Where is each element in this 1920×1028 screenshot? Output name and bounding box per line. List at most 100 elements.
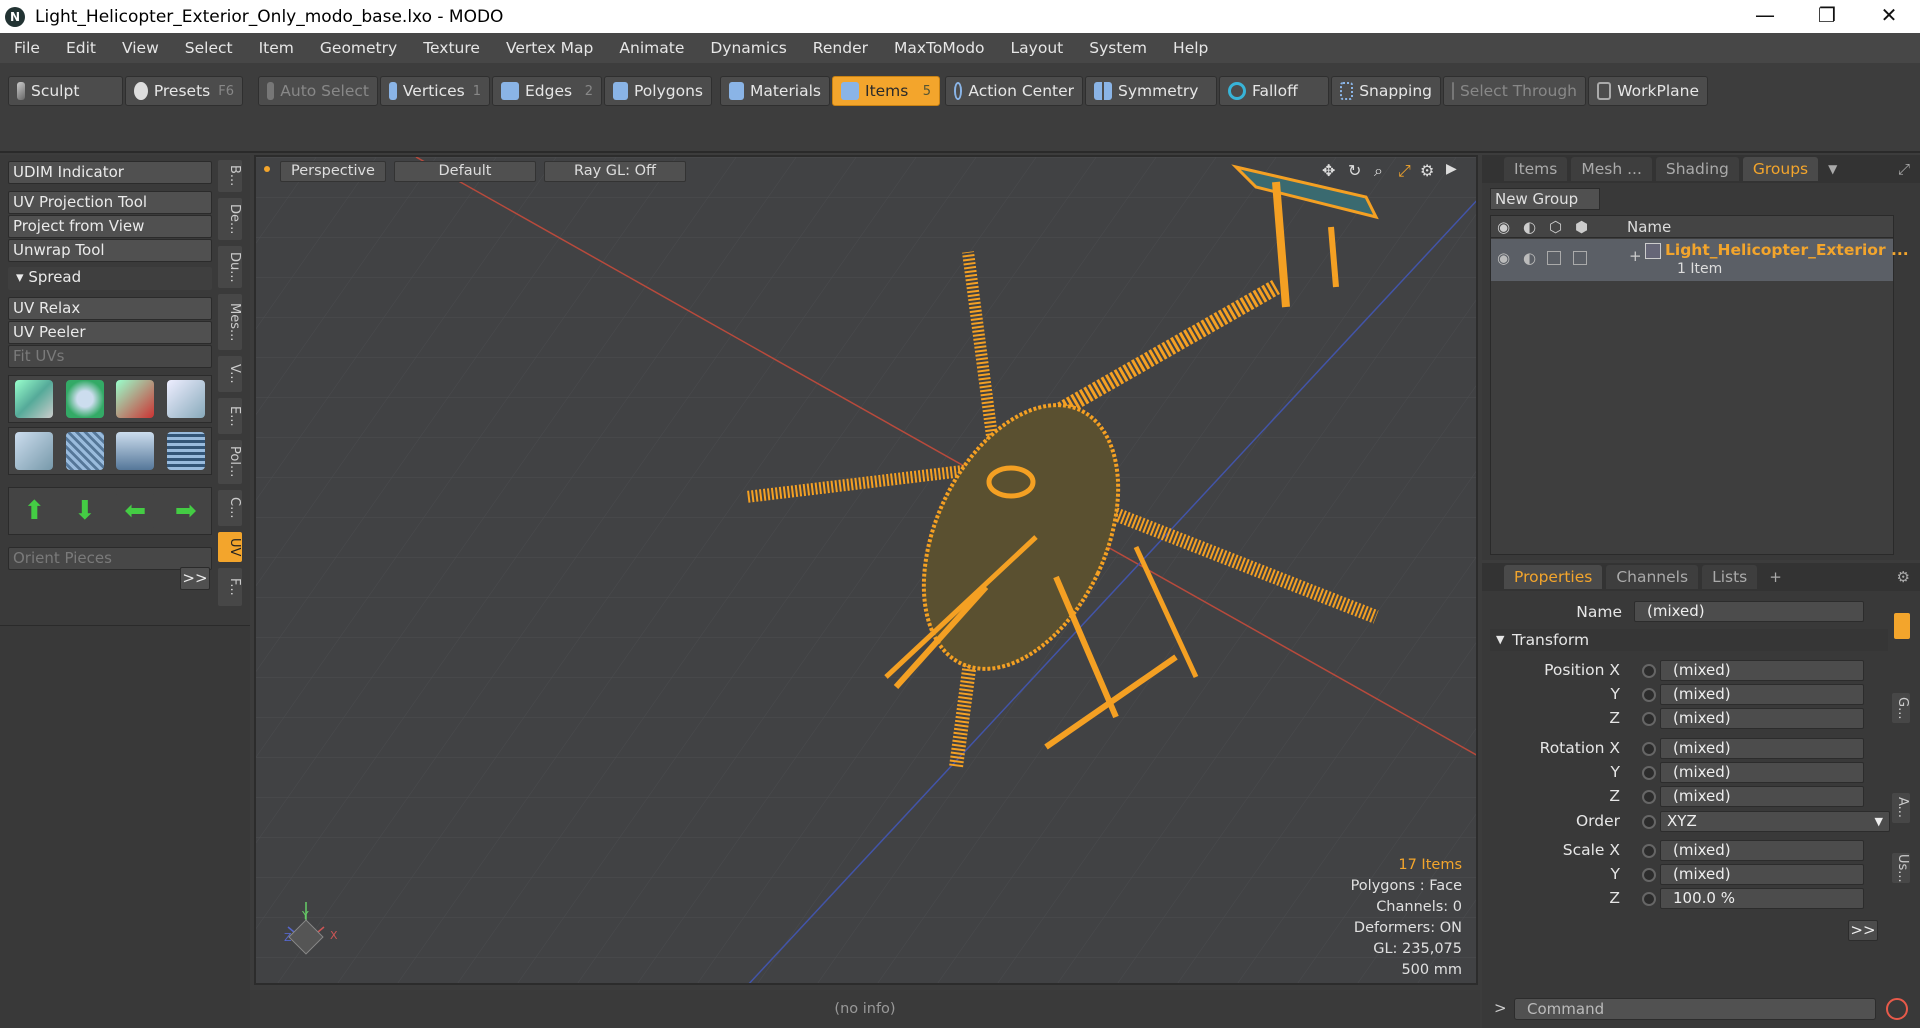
menu-layout[interactable]: Layout <box>997 39 1076 57</box>
tab-shading[interactable]: Shading <box>1655 157 1739 181</box>
vtab-mes[interactable]: Mes... <box>218 294 242 350</box>
tabs-dropdown-icon[interactable]: ▼ <box>1828 162 1837 176</box>
tab-items[interactable]: Items <box>1504 157 1568 181</box>
items-button[interactable]: Items 5 <box>832 76 940 106</box>
align-up-icon[interactable]: ⬆ <box>15 492 54 530</box>
menu-render[interactable]: Render <box>799 39 880 57</box>
uv-planar-icon[interactable] <box>65 432 104 470</box>
render-column-icon[interactable]: ◐ <box>1523 218 1536 236</box>
uv-peeler-button[interactable]: UV Peeler <box>8 321 212 344</box>
viewport-menu-icon[interactable] <box>264 166 270 172</box>
raygl-dropdown[interactable]: Ray GL: Off <box>544 161 686 182</box>
menu-file[interactable]: File <box>0 39 52 57</box>
tab-properties[interactable]: Properties <box>1504 565 1603 589</box>
fit-icon[interactable]: ⤢ <box>1398 161 1411 181</box>
group-row[interactable]: ◉ ◐ + Light_Helicopter_Exterior ... 1 It… <box>1491 239 1909 281</box>
vertices-button[interactable]: Vertices 1 <box>380 76 490 106</box>
snapping-button[interactable]: Snapping <box>1331 76 1441 106</box>
menu-view[interactable]: View <box>108 39 171 57</box>
view-mode-dropdown[interactable]: Perspective <box>280 161 386 182</box>
position-x-anim-dot[interactable] <box>1642 664 1656 678</box>
tab-groups[interactable]: Groups <box>1742 157 1819 181</box>
rotation-x-field[interactable]: (mixed) <box>1660 738 1864 759</box>
rotation-y-field[interactable]: (mixed) <box>1660 762 1864 783</box>
new-group-button[interactable]: New Group <box>1490 188 1600 210</box>
rotation-z-field[interactable]: (mixed) <box>1660 786 1864 807</box>
transform-section[interactable]: ▼ Transform <box>1490 629 1888 651</box>
scale-x-field[interactable]: (mixed) <box>1660 840 1864 861</box>
restore-button[interactable]: ❐ <box>1796 0 1858 33</box>
position-z-anim-dot[interactable] <box>1642 712 1656 726</box>
menu-select[interactable]: Select <box>171 39 245 57</box>
side-tab-a[interactable]: A... <box>1892 793 1910 823</box>
menu-animate[interactable]: Animate <box>605 39 696 57</box>
menu-vertex-map[interactable]: Vertex Map <box>492 39 605 57</box>
materials-button[interactable]: Materials <box>720 76 830 106</box>
side-tab-g[interactable]: G... <box>1892 693 1910 723</box>
fit-uvs-button[interactable]: Fit UVs <box>8 345 212 368</box>
uv-transform-icon[interactable] <box>116 380 155 418</box>
menu-dynamics[interactable]: Dynamics <box>696 39 798 57</box>
spread-section[interactable]: ▾ Spread <box>8 267 212 290</box>
workplane-button[interactable]: WorkPlane <box>1588 76 1708 106</box>
menu-item[interactable]: Item <box>245 39 306 57</box>
add-tab-button[interactable]: + <box>1769 568 1782 586</box>
menu-help[interactable]: Help <box>1159 39 1220 57</box>
select-column-icon[interactable]: ⬢ <box>1575 218 1588 236</box>
action-center-button[interactable]: Action Center <box>945 76 1083 106</box>
panel-expand-icon[interactable]: ⤢ <box>1898 160 1910 178</box>
scale-y-field[interactable]: (mixed) <box>1660 864 1864 885</box>
uv-rotate-icon[interactable] <box>65 380 104 418</box>
menu-texture[interactable]: Texture <box>409 39 492 57</box>
rotation-y-anim-dot[interactable] <box>1642 766 1656 780</box>
vtab-uv[interactable]: UV <box>218 532 242 562</box>
vtab-b[interactable]: B... <box>218 160 242 192</box>
scale-x-anim-dot[interactable] <box>1642 844 1656 858</box>
uv-perspective-icon[interactable] <box>116 432 155 470</box>
record-icon[interactable] <box>1886 998 1908 1020</box>
vtab-c[interactable]: C... <box>218 490 242 526</box>
lock-column-icon[interactable]: ⬡ <box>1549 218 1562 236</box>
menu-maxtomodo[interactable]: MaxToModo <box>880 39 997 57</box>
position-y-anim-dot[interactable] <box>1642 688 1656 702</box>
vtab-du[interactable]: Du... <box>218 246 242 288</box>
position-z-field[interactable]: (mixed) <box>1660 708 1864 729</box>
vtab-de[interactable]: De... <box>218 198 242 240</box>
expand-icon[interactable]: + <box>1629 247 1642 265</box>
order-anim-dot[interactable] <box>1642 815 1656 829</box>
command-input[interactable]: Command <box>1514 998 1876 1020</box>
rotation-x-anim-dot[interactable] <box>1642 742 1656 756</box>
pan-icon[interactable]: ✥ <box>1322 161 1335 180</box>
side-tab-us[interactable]: Us... <box>1892 853 1910 883</box>
polygons-button[interactable]: Polygons <box>604 76 712 106</box>
uv-move-icon[interactable] <box>15 380 54 418</box>
rotation-z-anim-dot[interactable] <box>1642 790 1656 804</box>
minimize-button[interactable]: — <box>1734 0 1796 33</box>
menu-system[interactable]: System <box>1075 39 1159 57</box>
eye-icon[interactable]: ◉ <box>1497 249 1510 267</box>
sculpt-button[interactable]: Sculpt <box>8 76 123 106</box>
render-toggle-icon[interactable]: ◐ <box>1523 249 1536 267</box>
shading-dropdown[interactable]: Default <box>394 161 536 182</box>
udim-indicator-button[interactable]: UDIM Indicator <box>8 161 212 184</box>
more-tools-button[interactable]: >> <box>180 567 210 590</box>
uv-cylinder-icon[interactable] <box>15 432 54 470</box>
uv-projection-tool-button[interactable]: UV Projection Tool <box>8 191 212 214</box>
vtab-f[interactable]: F... <box>218 568 242 606</box>
symmetry-button[interactable]: Symmetry <box>1085 76 1217 106</box>
align-down-icon[interactable]: ⬇ <box>65 492 104 530</box>
scale-z-anim-dot[interactable] <box>1642 892 1656 906</box>
close-button[interactable]: ✕ <box>1858 0 1920 33</box>
name-field[interactable]: (mixed) <box>1634 601 1864 622</box>
gear-icon[interactable]: ⚙ <box>1420 161 1434 180</box>
select-checkbox[interactable] <box>1573 251 1587 265</box>
tab-channels[interactable]: Channels <box>1606 565 1699 589</box>
uv-cube-icon[interactable] <box>166 380 205 418</box>
auto-select-button[interactable]: Auto Select <box>258 76 378 106</box>
zoom-icon[interactable]: ⌕ <box>1374 161 1383 181</box>
visibility-column-icon[interactable]: ◉ <box>1497 218 1510 236</box>
select-through-button[interactable]: Select Through <box>1443 76 1586 106</box>
edges-button[interactable]: Edges 2 <box>492 76 602 106</box>
align-left-icon[interactable]: ⬅ <box>116 492 155 530</box>
3d-viewport[interactable]: Y X Z Perspective Default Ray GL: Off ✥ … <box>254 155 1478 985</box>
